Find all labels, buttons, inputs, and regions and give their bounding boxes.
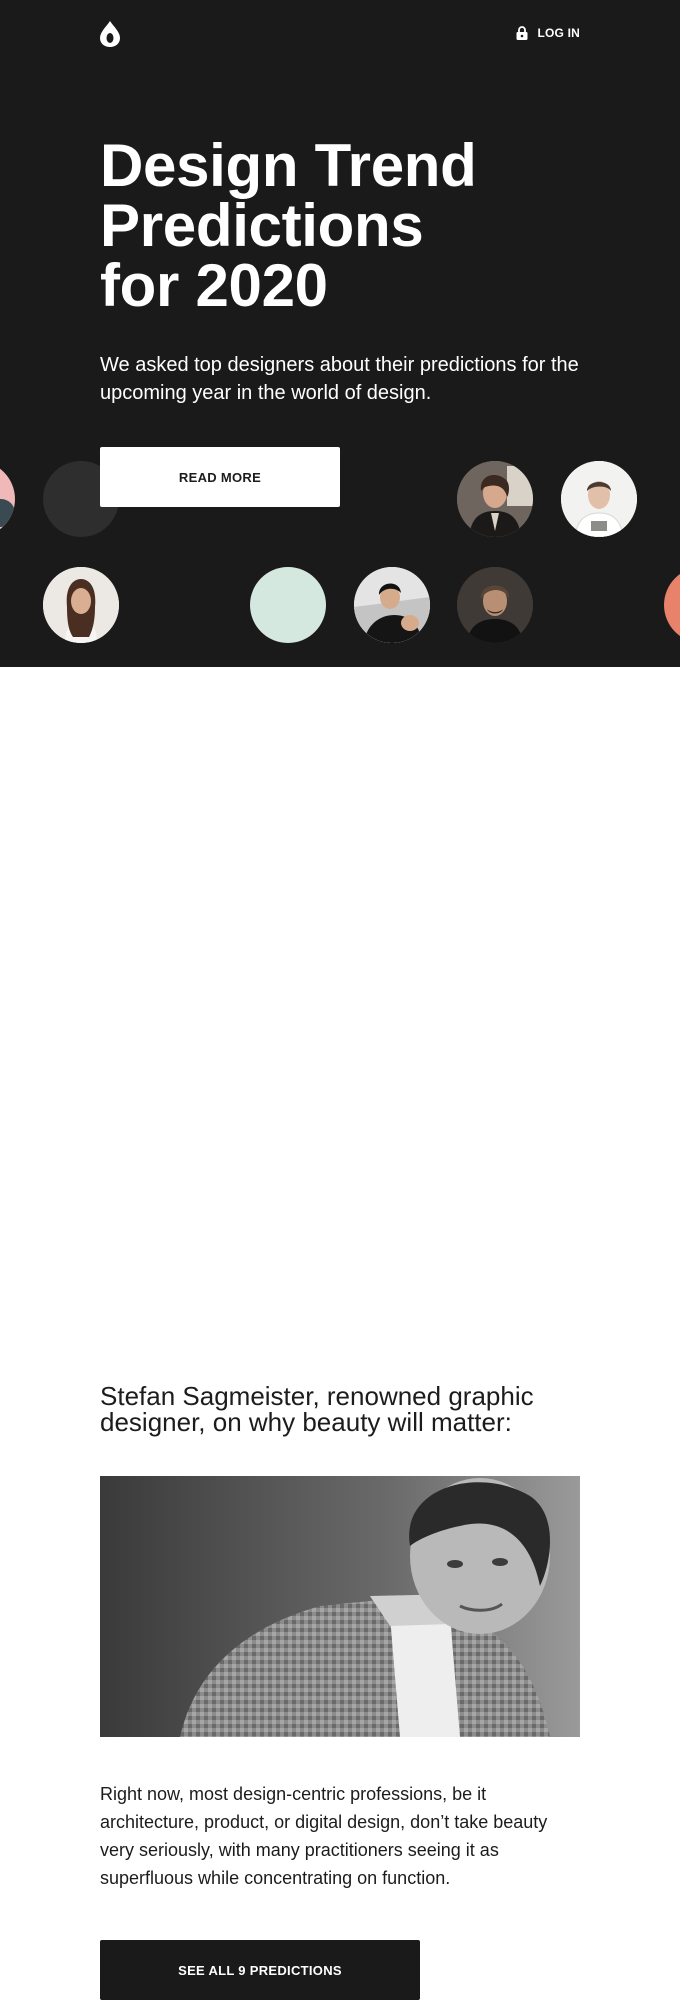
hero-subtitle: We asked top designers about their predi… [100, 354, 579, 404]
hero-title: Design Trend Predictions for 2020 [100, 136, 600, 316]
avatar-designer-3[interactable] [43, 567, 119, 643]
avatar-partial-coral [664, 567, 680, 643]
lock-icon [516, 26, 528, 40]
login-label: LOG IN [537, 26, 580, 40]
hero-title-line: for 2020 [100, 252, 328, 319]
read-more-button[interactable]: READ MORE [100, 447, 340, 507]
article-heading: Stefan Sagmeister, renowned graphic desi… [100, 1381, 534, 1437]
portrait-photo [100, 1476, 580, 1737]
avatar-placeholder-mint [250, 567, 326, 643]
drop-logo-icon[interactable] [100, 21, 120, 47]
see-all-predictions-button[interactable]: SEE ALL 9 PREDICTIONS [100, 1940, 420, 2000]
hero-title-line: Predictions [100, 192, 424, 259]
login-link[interactable]: LOG IN [516, 26, 580, 40]
avatar-designer-2[interactable] [561, 461, 637, 537]
avatar-designer-5[interactable] [457, 567, 533, 643]
hero-title-line: Design Trend [100, 132, 477, 199]
avatar-partial-pink [0, 461, 15, 537]
article-body: Right now, most design-centric professio… [100, 1784, 548, 1888]
avatar-designer-1[interactable] [457, 461, 533, 537]
avatar-designer-4[interactable] [354, 567, 430, 643]
hero-section: LOG IN Design Trend Predictions for 2020… [0, 0, 680, 667]
